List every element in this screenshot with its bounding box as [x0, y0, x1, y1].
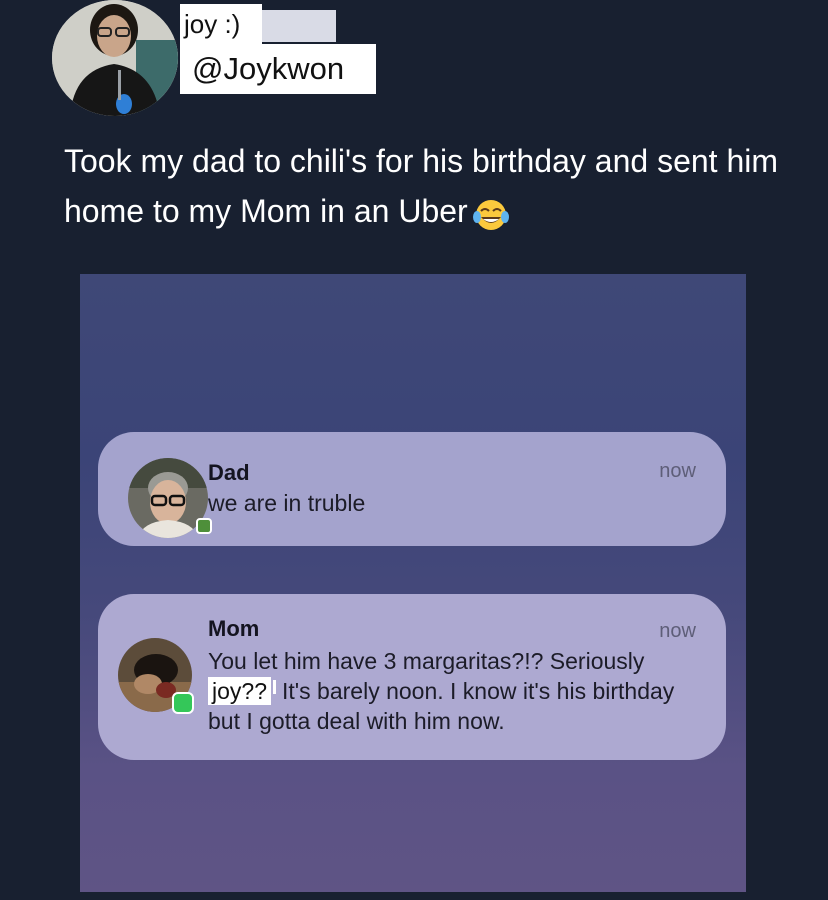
messages-app-badge-icon — [172, 692, 194, 714]
tweet-text-content: Took my dad to chili's for his birthday … — [64, 143, 778, 229]
messages-app-badge-icon — [196, 518, 212, 534]
notification-time: now — [659, 620, 696, 642]
notification-body-rest: It's barely noon. I know it's his birthd… — [208, 678, 675, 734]
notification-body: You let him have 3 margaritas?!? Serious… — [208, 646, 708, 736]
notification-time: now — [659, 460, 696, 482]
notification-body: we are in truble — [208, 490, 366, 516]
notification-mom[interactable]: Mom now You let him have 3 margaritas?!?… — [98, 594, 726, 760]
redaction-mark — [272, 680, 276, 694]
display-name[interactable]: joy :) — [180, 4, 262, 44]
notification-sender: Mom — [208, 616, 260, 641]
tweet-text: Took my dad to chili's for his birthday … — [64, 136, 804, 236]
notification-dad[interactable]: Dad now we are in truble — [98, 432, 726, 546]
redaction-bar — [262, 10, 336, 42]
user-handle[interactable]: @Joykwon — [180, 44, 376, 94]
notification-body-line1: You let him have 3 margaritas?!? Serious… — [208, 648, 645, 674]
highlighted-name: joy?? — [208, 677, 271, 705]
embedded-screenshot[interactable]: Dad now we are in truble Mom now You let… — [80, 274, 746, 892]
profile-avatar[interactable] — [52, 0, 178, 116]
face-with-tears-of-joy-icon — [472, 195, 510, 233]
avatar-photo — [52, 0, 178, 116]
notification-sender: Dad — [208, 460, 250, 485]
